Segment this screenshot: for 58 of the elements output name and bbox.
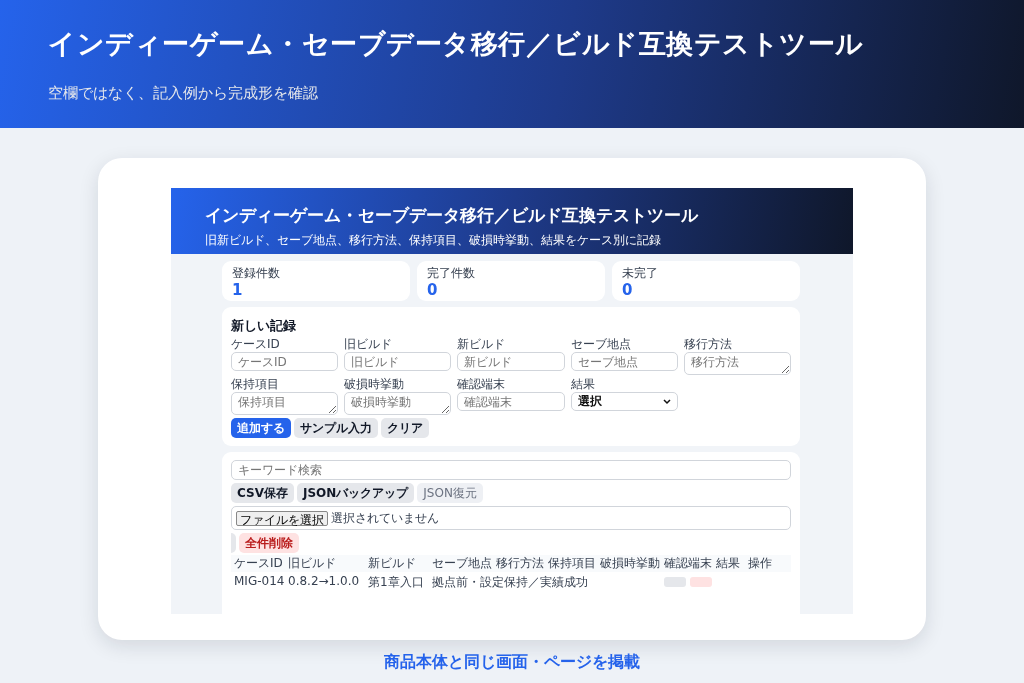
column-header: 破損時挙動	[600, 555, 661, 572]
delete-all-button[interactable]: 全件削除	[239, 533, 299, 553]
column-header: 新ビルド	[368, 555, 417, 572]
stat-value: 1	[232, 282, 244, 299]
column-header: 旧ビルド	[288, 555, 337, 572]
banner-subtitle: 空欄ではなく、記入例から完成形を確認	[48, 84, 319, 103]
app-subtitle: 旧新ビルド、セーブ地点、移行方法、保持項目、破損時挙動、結果をケース別に記録	[205, 232, 662, 249]
file-choose-button[interactable]: ファイルを選択	[236, 510, 328, 526]
field-label: 破損時挙動	[344, 378, 406, 390]
table-cell-text: 0.8.2→1.0.0	[288, 574, 361, 588]
input-field[interactable]: 確認端末	[457, 392, 565, 411]
input-field[interactable]: ケースID	[231, 352, 339, 371]
action-button[interactable]: JSON復元	[417, 483, 483, 503]
column-header: 移行方法	[496, 555, 545, 572]
field-label: 確認端末	[457, 378, 507, 390]
form-heading: 新しい記録	[231, 317, 297, 335]
column-header: 確認端末	[664, 555, 713, 572]
action-button[interactable]: JSONバックアップ	[296, 483, 415, 503]
stat-label: 完了件数	[427, 265, 476, 282]
input-field[interactable]: セーブ地点	[570, 352, 678, 371]
stat-label: 未完了	[622, 265, 659, 282]
table-cell-text: 第1章入口	[368, 574, 425, 591]
text-area[interactable]: 破損時挙動	[344, 392, 452, 415]
banner-title: インディーゲーム・セーブデータ移行／ビルド互換テストツール	[48, 27, 865, 61]
table-cell-text: 拠点前・設定保持／実績成功	[432, 574, 589, 591]
form-button[interactable]: サンプル入力	[294, 418, 378, 438]
field-label: 旧ビルド	[344, 338, 394, 350]
edit-button[interactable]	[664, 577, 686, 587]
column-header: 操作	[748, 555, 773, 572]
text-area[interactable]: 移行方法	[683, 352, 791, 375]
field-label: 移行方法	[683, 338, 733, 350]
form-button[interactable]: クリア	[381, 418, 429, 438]
app-title: インディーゲーム・セーブデータ移行／ビルド互換テストツール	[205, 204, 700, 227]
select-field[interactable]: 選択	[570, 392, 678, 411]
field-label: 新ビルド	[457, 338, 507, 350]
input-field[interactable]: 新ビルド	[457, 352, 565, 371]
field-label: 結果	[570, 378, 596, 390]
column-header: ケースID	[234, 555, 284, 572]
cut-off-button[interactable]	[231, 533, 236, 553]
stat-value: 0	[622, 282, 634, 299]
file-status: 選択されていません	[331, 509, 439, 527]
field-label: セーブ地点	[570, 338, 632, 350]
text-area[interactable]: 保持項目	[231, 392, 339, 415]
action-button[interactable]: CSV保存	[231, 483, 294, 503]
search-field[interactable]: キーワード検索	[231, 460, 791, 480]
table-cell-text: MIG-014	[234, 574, 286, 588]
chevron-down-icon	[662, 398, 671, 405]
stat-value: 0	[427, 282, 439, 299]
field-label: 保持項目	[231, 378, 280, 390]
caption: 商品本体と同じ画面・ページを掲載	[383, 652, 641, 673]
stat-label: 登録件数	[232, 265, 281, 282]
input-field[interactable]: 旧ビルド	[344, 352, 452, 371]
form-button[interactable]: 追加する	[231, 418, 291, 438]
column-header: 保持項目	[548, 555, 597, 572]
column-header: セーブ地点	[432, 555, 493, 572]
column-header: 結果	[716, 555, 741, 572]
field-label: ケースID	[231, 338, 281, 350]
delete-button[interactable]	[690, 577, 712, 587]
